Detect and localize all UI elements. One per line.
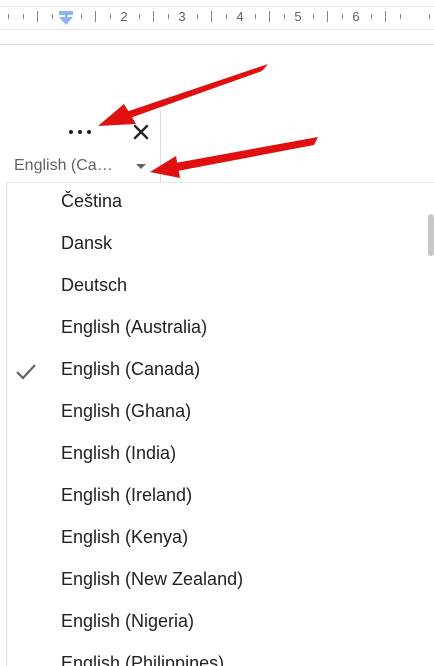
indent-marker-icon[interactable] — [58, 10, 74, 26]
language-menu-item-label: Deutsch — [61, 275, 128, 295]
language-menu-item-label: English (Ireland) — [61, 485, 193, 505]
ruler-tick — [139, 14, 140, 19]
ruler[interactable]: 123456 — [0, 0, 434, 45]
caret-down-icon — [136, 163, 146, 169]
ruler-tick — [168, 14, 169, 19]
language-menu-item[interactable]: English (Australia) — [7, 309, 417, 351]
more-horizontal-icon-dot — [87, 130, 91, 134]
ruler-tick — [52, 14, 53, 19]
language-menu-item-label: English (Nigeria) — [61, 611, 195, 631]
ruler-tick — [269, 11, 270, 22]
language-menu-item[interactable]: English (Canada) — [7, 351, 417, 393]
language-menu-item-label: English (New Zealand) — [61, 569, 244, 589]
ruler-tick — [81, 14, 82, 19]
close-button[interactable] — [128, 118, 154, 146]
language-menu-item[interactable]: English (India) — [7, 435, 417, 477]
ruler-tick — [23, 14, 24, 19]
checkmark-icon — [16, 364, 36, 380]
ruler-tick — [226, 14, 227, 19]
language-menu-item[interactable]: English (Philippines) — [7, 645, 417, 666]
ruler-tick — [385, 11, 386, 22]
ruler-tick — [37, 11, 38, 22]
language-menu-item[interactable]: English (Kenya) — [7, 519, 417, 561]
ruler-number: 3 — [178, 9, 186, 24]
more-horizontal-icon-dot — [69, 130, 73, 134]
ruler-tick — [400, 14, 401, 19]
menu-scrollbar[interactable] — [428, 214, 434, 256]
language-menu-item-label: English (Kenya) — [61, 527, 189, 547]
language-menu-item[interactable]: Dansk — [7, 225, 417, 267]
more-horizontal-icon-dot — [78, 130, 82, 134]
language-menu-item-label: English (Philippines) — [61, 653, 225, 666]
language-menu-item-label: English (Ghana) — [61, 401, 192, 421]
ruler-tick — [327, 11, 328, 22]
ruler-number: 2 — [120, 9, 128, 24]
language-menu-item-label: English (Australia) — [61, 317, 208, 337]
language-menu-item[interactable]: Čeština — [7, 183, 417, 225]
ruler-tick — [95, 11, 96, 22]
ruler-number: 6 — [352, 9, 360, 24]
language-menu-item[interactable]: Deutsch — [7, 267, 417, 309]
language-select[interactable]: English (Ca… — [6, 150, 154, 182]
ruler-tick — [371, 14, 372, 19]
ruler-number: 5 — [294, 9, 302, 24]
language-menu-item-label: Čeština — [61, 191, 123, 211]
language-menu-item[interactable]: English (Ireland) — [7, 477, 417, 519]
language-menu-item-label: English (Canada) — [61, 359, 201, 379]
ruler-tick — [8, 14, 9, 19]
ruler-tick — [313, 14, 314, 19]
language-menu-item-label: Dansk — [61, 233, 113, 253]
language-select-value: English (Ca… — [14, 157, 113, 174]
ruler-tick — [255, 14, 256, 19]
language-menu-item-label: English (India) — [61, 443, 177, 463]
ruler-tick — [197, 14, 198, 19]
ruler-tick — [211, 11, 212, 22]
language-menu-item[interactable]: English (New Zealand) — [7, 561, 417, 603]
more-options-button[interactable] — [62, 118, 98, 146]
language-menu-item[interactable]: English (Ghana) — [7, 393, 417, 435]
ruler-tick — [429, 14, 430, 19]
ruler-tick — [110, 14, 111, 19]
ruler-tick — [153, 11, 154, 22]
annotation-arrow-icon — [150, 137, 318, 178]
ruler-tick — [284, 14, 285, 19]
close-icon — [133, 124, 149, 140]
ruler-number: 4 — [236, 9, 244, 24]
language-menu-item[interactable]: English (Nigeria) — [7, 603, 417, 645]
ruler-tick — [342, 14, 343, 19]
language-menu[interactable]: Čeština Dansk Deutsch English (Australia) En… — [6, 182, 434, 666]
